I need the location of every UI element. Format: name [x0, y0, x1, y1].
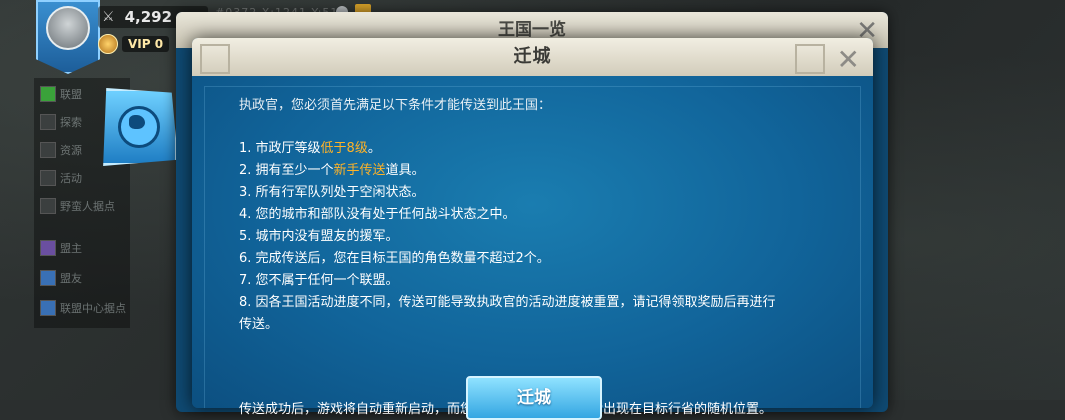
migrate-dialog: 迁城 ✕ 执政官，您必须首先满足以下条件才能传送到此王国： 1. 市政厅等级低于…	[192, 38, 873, 420]
avatar-portrait	[46, 6, 90, 50]
ornament-icon	[795, 44, 825, 74]
conditions-intro: 执政官，您必须首先满足以下条件才能传送到此王国：	[239, 98, 552, 113]
checkbox-icon	[40, 198, 56, 214]
ornament-icon	[200, 44, 230, 74]
checkbox-icon	[40, 170, 56, 186]
migrate-button[interactable]: 迁城	[466, 376, 602, 420]
checkbox-icon	[40, 86, 56, 102]
filter-resource[interactable]: 资源	[40, 142, 82, 158]
condition-line: 传送。	[239, 317, 279, 332]
vip-icon	[98, 34, 118, 54]
dialog-header: 迁城 ✕	[192, 38, 873, 76]
role-leader[interactable]: 盟主	[40, 240, 82, 256]
sword-icon: ⚔	[102, 9, 115, 25]
filter-alliance[interactable]: 联盟	[40, 86, 82, 102]
vip-badge[interactable]: VIP 0	[98, 34, 170, 54]
condition-line: 8. 因各王国活动进度不同，传送可能导致执政官的活动进度被重置，请记得领取奖励后…	[239, 295, 776, 310]
condition-line: 4. 您的城市和部队没有处于任何战斗状态之中。	[239, 207, 516, 222]
condition-line: 3. 所有行军队列处于空闲状态。	[239, 185, 425, 200]
condition-line: 7. 您不属于任何一个联盟。	[239, 273, 399, 288]
condition-line: 6. 完成传送后，您在目标王国的角色数量不超过2个。	[239, 251, 550, 266]
checkbox-icon	[40, 142, 56, 158]
checkbox-icon	[40, 114, 56, 130]
power-value: 4,292	[124, 8, 173, 26]
member-icon	[40, 270, 56, 286]
filter-event[interactable]: 活动	[40, 170, 82, 186]
role-member[interactable]: 盟友	[40, 270, 82, 286]
role-center[interactable]: 联盟中心据点	[40, 300, 126, 316]
fortress-icon	[40, 300, 56, 316]
vip-level: VIP 0	[122, 36, 170, 52]
player-avatar[interactable]	[36, 0, 100, 74]
close-icon[interactable]: ✕	[837, 41, 861, 79]
world-map-button[interactable]	[103, 88, 178, 166]
dialog-title: 迁城	[513, 46, 552, 67]
globe-icon	[118, 106, 160, 148]
condition-line: 5. 城市内没有盟友的援军。	[239, 229, 399, 244]
filter-explore[interactable]: 探索	[40, 114, 82, 130]
condition-line: 1. 市政厅等级低于8级。	[239, 141, 381, 156]
condition-line: 2. 拥有至少一个新手传送道具。	[239, 163, 425, 178]
leader-icon	[40, 240, 56, 256]
filter-barbarian[interactable]: 野蛮人据点	[40, 198, 115, 214]
